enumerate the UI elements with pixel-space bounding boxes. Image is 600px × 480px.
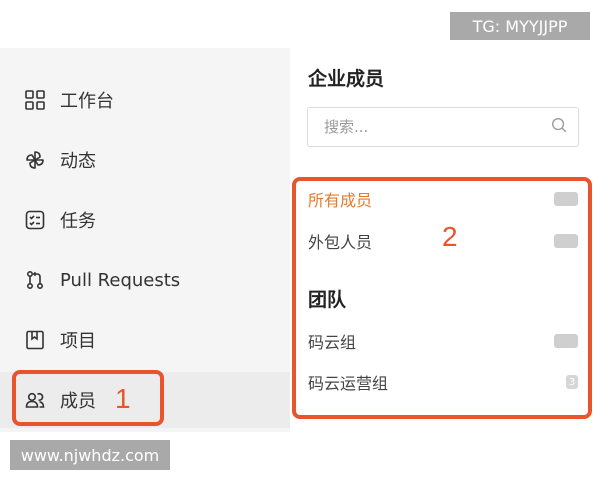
sidebar-item-label: 工作台: [60, 91, 114, 112]
team-item[interactable]: 码云组: [308, 326, 578, 356]
dashboard-icon: [24, 89, 46, 111]
sidebar-item-label: 动态: [60, 151, 96, 172]
annotation-number-2: 2: [442, 221, 458, 252]
sidebar-item-label: 任务: [60, 211, 96, 232]
team-label: 码云运营组: [308, 374, 389, 393]
team-label: 码云组: [308, 333, 357, 352]
watermark-top: TG: MYYJJPP: [450, 12, 590, 40]
sidebar-item-workbench[interactable]: 工作台: [0, 72, 290, 128]
count-badge: [554, 192, 578, 206]
search-input[interactable]: [324, 118, 550, 136]
book-icon: [24, 329, 46, 351]
members-icon: [24, 389, 46, 411]
pinwheel-icon: [24, 149, 46, 171]
sidebar-item-members[interactable]: 成员: [0, 372, 290, 428]
pull-request-icon: [24, 269, 46, 291]
count-badge: 3: [566, 375, 578, 389]
count-badge: [554, 334, 578, 348]
team-item[interactable]: 码云运营组 3: [308, 367, 578, 397]
sidebar-item-pull-requests[interactable]: Pull Requests: [0, 252, 290, 308]
member-filter-label: 所有成员: [308, 191, 373, 210]
sidebar-item-label: 项目: [60, 331, 96, 352]
watermark-bottom: www.njwhdz.com: [10, 440, 170, 470]
page-title: 企业成员: [308, 68, 385, 90]
task-list-icon: [24, 209, 46, 231]
teams-section-title: 团队: [308, 289, 347, 311]
sidebar-item-label: 成员: [60, 391, 96, 412]
sidebar-item-tasks[interactable]: 任务: [0, 192, 290, 248]
sidebar: 工作台 动态 任务 Pull Requests 项目 成员: [0, 48, 290, 432]
member-filter-label: 外包人员: [308, 233, 373, 252]
search-box[interactable]: [307, 107, 579, 147]
sidebar-item-activity[interactable]: 动态: [0, 132, 290, 188]
count-badge: [554, 234, 578, 248]
sidebar-item-label: Pull Requests: [60, 269, 181, 291]
member-filter-all[interactable]: 所有成员: [308, 184, 578, 214]
sidebar-item-projects[interactable]: 项目: [0, 312, 290, 368]
annotation-number-1: 1: [115, 383, 131, 414]
search-icon[interactable]: [550, 116, 568, 138]
